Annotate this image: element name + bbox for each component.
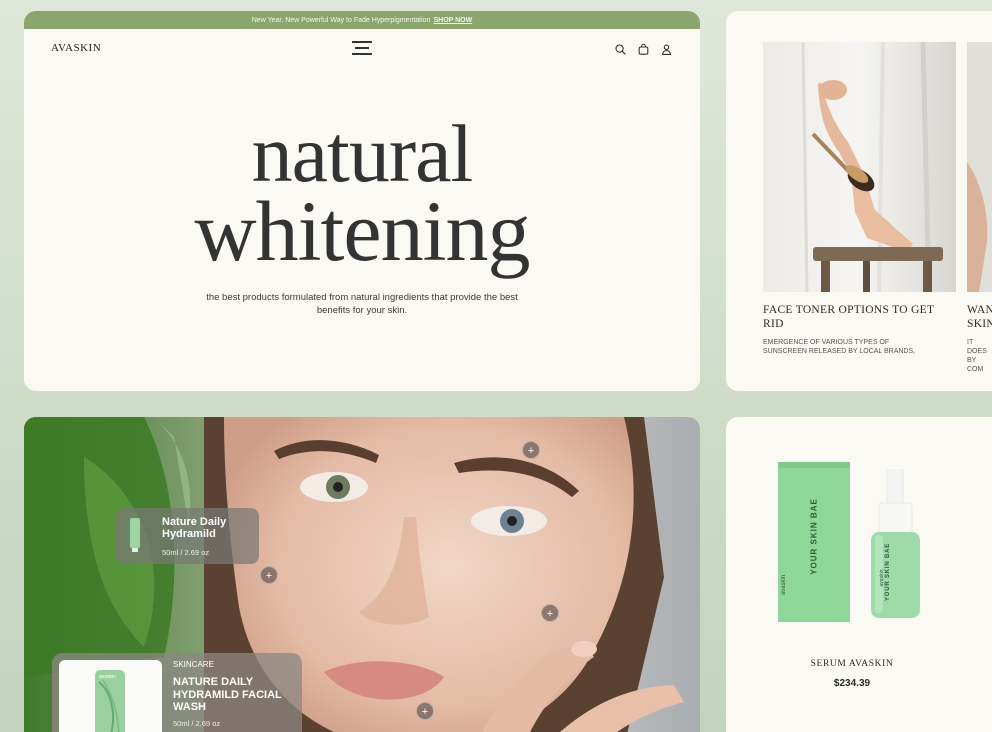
product-name[interactable]: SERUM AVASKIN — [726, 659, 978, 669]
plus-icon[interactable]: + — [522, 441, 540, 459]
article-image-2[interactable] — [967, 42, 992, 292]
tooltip-product-name: Nature Daily Hydramild — [162, 516, 227, 540]
bottle-title: YOUR SKIN BAE — [885, 542, 891, 602]
model-showcase-card: + + + + Nature Daily Hydramild 50ml / 2.… — [24, 417, 700, 732]
product-thumbnail — [130, 518, 140, 552]
search-icon[interactable] — [615, 42, 626, 55]
article-title[interactable]: FACE TONER OPTIONS TO GET RID — [763, 303, 943, 331]
announcement-bar: New Year, New Powerful Way to Fade Hyper… — [24, 11, 700, 29]
product-price: $234.39 — [833, 678, 871, 689]
box-title: YOUR SKIN BAE — [809, 498, 819, 575]
tooltip-product-size: 50ml / 2.69 oz — [173, 719, 221, 728]
hero-title-line2: whitening — [194, 183, 531, 279]
announcement-text: New Year, New Powerful Way to Fade Hyper… — [251, 16, 431, 24]
tooltip-product-size: 50ml / 2.69 oz — [162, 548, 210, 557]
plus-icon[interactable]: + — [416, 702, 434, 720]
thumbnail-brand: avaskin — [99, 674, 116, 680]
tooltip-product-name: NATURE DAILY HYDRAMILD FACIAL WASH — [173, 676, 282, 713]
product-tooltip-small[interactable]: Nature Daily Hydramild 50ml / 2.69 oz — [116, 508, 259, 564]
bag-icon[interactable] — [638, 42, 649, 55]
product-bottle-image: YOUR SKIN BAE avaskin — [863, 469, 928, 621]
plus-icon[interactable]: + — [260, 566, 278, 584]
tooltip-category: SKINCARE — [173, 660, 214, 669]
bottle-brand: avaskin — [879, 569, 885, 587]
article-title-2[interactable]: WAN SKIN — [967, 303, 992, 331]
articles-card: FACE TONER OPTIONS TO GET RID EMERGENCE … — [726, 11, 992, 391]
article-image[interactable] — [763, 42, 956, 292]
hero-subtitle: the best products formulated from natura… — [206, 292, 518, 316]
product-tooltip-large[interactable]: avaskin SKINCARE NATURE DAILY HYDRAMILD … — [52, 653, 302, 732]
article-description-2: IT DOES BY COM — [967, 339, 987, 373]
box-brand: avaskin — [781, 574, 787, 596]
user-icon[interactable] — [661, 42, 672, 55]
brand-logo[interactable]: AVASKIN — [51, 42, 101, 54]
product-box-image: YOUR SKIN BAE avaskin — [778, 462, 850, 622]
hero-card: New Year, New Powerful Way to Fade Hyper… — [24, 11, 700, 391]
menu-icon[interactable] — [352, 41, 372, 55]
plus-icon[interactable]: + — [541, 604, 559, 622]
article-description: EMERGENCE OF VARIOUS TYPES OF SUNSCREEN … — [763, 339, 916, 355]
product-card[interactable]: YOUR SKIN BAE avaskin YOUR SKIN BAE avas… — [726, 417, 992, 732]
shop-now-link[interactable]: SHOP NOW — [433, 17, 472, 24]
product-thumbnail: avaskin — [59, 660, 162, 732]
top-nav: AVASKIN — [24, 29, 700, 69]
